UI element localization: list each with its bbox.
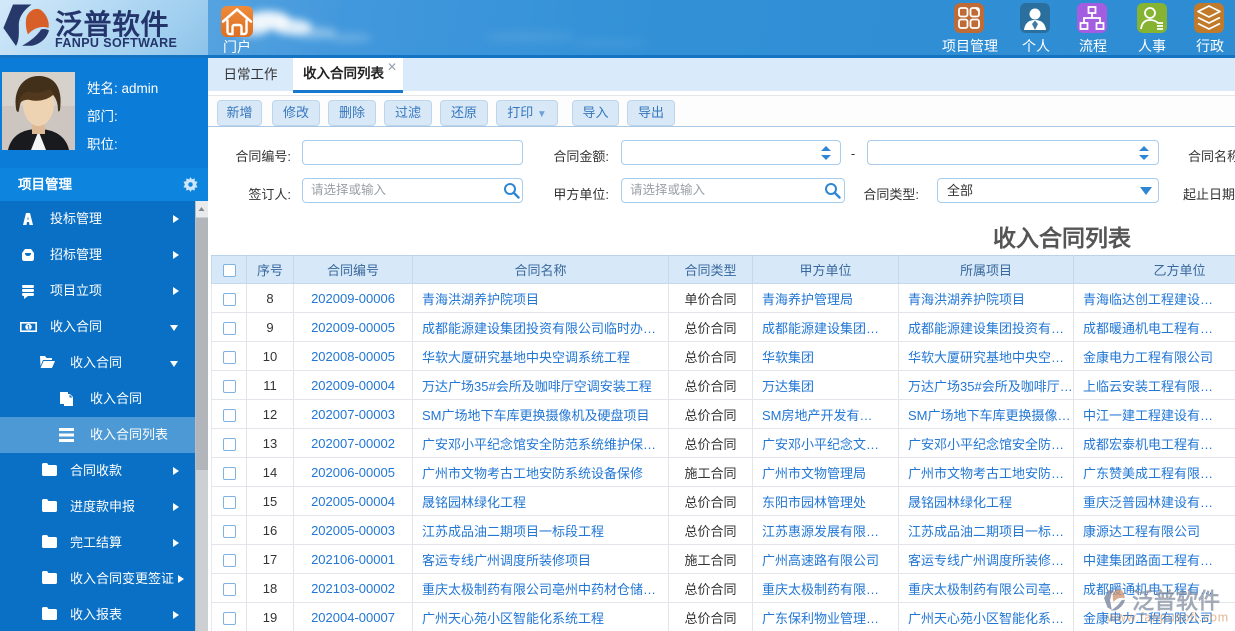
svg-text:1: 1 <box>27 324 31 331</box>
svg-text:www.fanpusoft.com: www.fanpusoft.com <box>1106 611 1229 625</box>
